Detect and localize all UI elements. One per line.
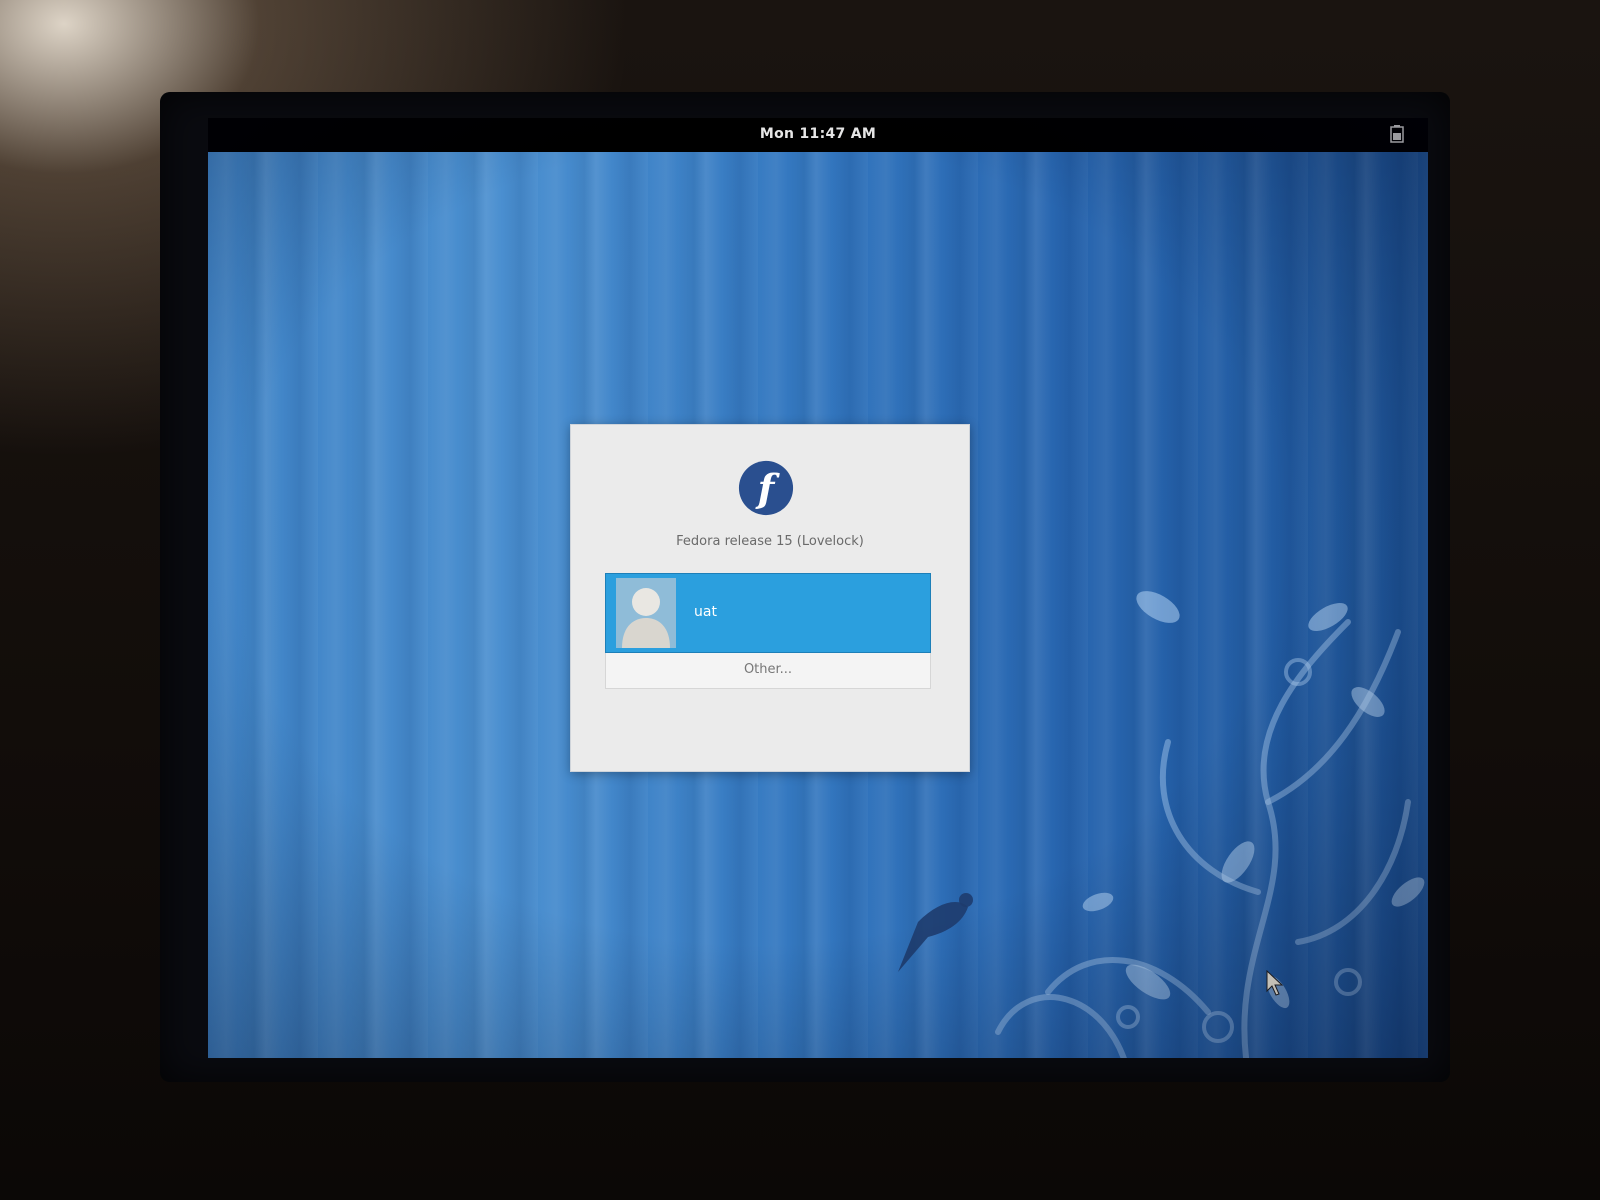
monitor-screen: f Fedora release 15 (Lovelock) uat Other… xyxy=(208,118,1428,1058)
user-row-uat[interactable]: uat xyxy=(605,573,931,653)
top-panel: Mon 11:47 AM xyxy=(208,118,1428,152)
user-name: uat xyxy=(694,604,717,620)
user-list: uat Other... xyxy=(605,573,931,689)
clock[interactable]: Mon 11:47 AM xyxy=(208,126,1428,142)
os-release-label: Fedora release 15 (Lovelock) xyxy=(676,534,864,549)
battery-icon[interactable] xyxy=(1390,125,1404,143)
fedora-logo: f xyxy=(738,460,794,516)
desktop-wallpaper: f Fedora release 15 (Lovelock) uat Other… xyxy=(208,152,1428,1058)
login-dialog: f Fedora release 15 (Lovelock) uat Other… xyxy=(570,424,970,772)
other-user-button[interactable]: Other... xyxy=(605,653,931,689)
user-avatar-icon xyxy=(616,578,676,648)
mouse-pointer-icon xyxy=(1266,970,1284,996)
